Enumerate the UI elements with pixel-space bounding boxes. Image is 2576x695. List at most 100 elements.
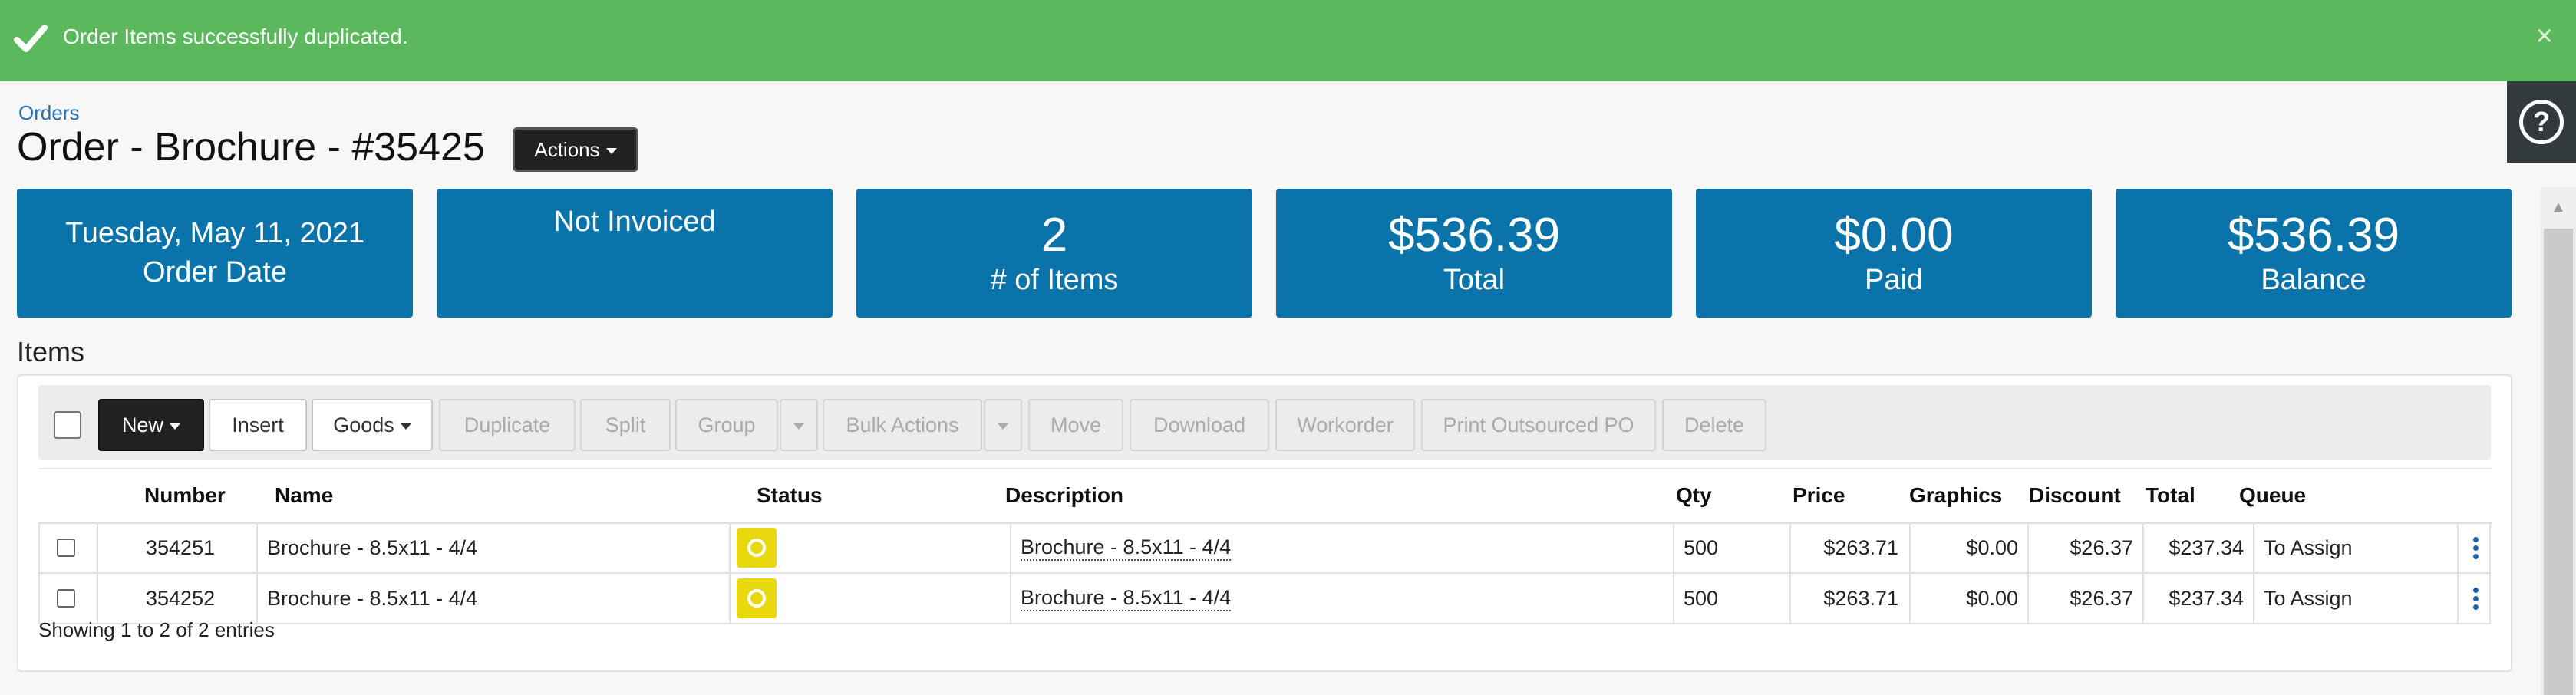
table-header: Number Name Status Description Qty Price… [38,468,2492,524]
item-number: 354251 [146,535,216,559]
status-cell [737,523,777,572]
alert-message: Order Items successfully duplicated. [63,25,408,48]
total-card: $536.39 Total [1276,189,1672,318]
items-panel: New Insert Goods Duplicate Split Group B… [17,374,2512,672]
item-graphics: $0.00 [1966,586,2018,610]
split-label: Split [605,413,646,436]
scroll-up-icon[interactable]: ▲ [2541,187,2576,227]
help-button[interactable]: ? [2507,81,2576,163]
print-outsourced-po-button[interactable]: Print Outsourced PO [1421,399,1656,451]
order-date-value: Tuesday, May 11, 2021 [64,217,365,249]
group-dropdown-toggle[interactable] [780,399,818,451]
row-menu-icon[interactable] [2472,587,2479,610]
chevron-down-icon [170,423,180,430]
item-description-link[interactable]: Brochure - 8.5x11 - 4/4 [1021,535,1232,561]
bulk-actions-button[interactable]: Bulk Actions [823,399,982,451]
workorder-label: Workorder [1297,413,1394,436]
balance-value: $536.39 [2227,208,2400,262]
item-name: Brochure - 8.5x11 - 4/4 [267,586,478,610]
new-button[interactable]: New [98,399,204,451]
paid-value: $0.00 [1834,208,1954,262]
item-discount: $26.37 [2070,586,2133,610]
column-header-name[interactable]: Name [275,483,333,508]
column-header-qty[interactable]: Qty [1676,483,1712,508]
item-price: $263.71 [1823,535,1898,559]
insert-button[interactable]: Insert [209,399,307,451]
item-queue: To Assign [2264,586,2353,610]
table-row[interactable]: 354252 Brochure - 8.5x11 - 4/4 Brochure … [38,572,2491,624]
items-count-label: # of Items [990,263,1119,296]
print-po-label: Print Outsourced PO [1443,413,1634,436]
chevron-down-icon [793,423,804,430]
status-cell [737,574,777,623]
balance-label: Balance [2261,263,2367,296]
insert-label: Insert [232,413,284,436]
move-label: Move [1050,413,1102,436]
item-total: $237.34 [2169,535,2244,559]
column-header-description[interactable]: Description [1005,483,1123,508]
balance-card: $536.39 Balance [2116,189,2512,318]
items-count-card: 2 # of Items [856,189,1252,318]
item-total: $237.34 [2169,586,2244,610]
table-row[interactable]: 354251 Brochure - 8.5x11 - 4/4 Brochure … [38,522,2491,574]
group-label: Group [698,413,756,436]
chevron-down-icon [998,423,1008,430]
select-all-checkbox[interactable] [54,411,81,439]
row-menu-icon[interactable] [2472,536,2479,559]
table-info: Showing 1 to 2 of 2 entries [38,618,275,641]
item-price: $263.71 [1823,586,1898,610]
items-heading: Items [17,336,85,367]
item-name: Brochure - 8.5x11 - 4/4 [267,535,478,559]
actions-button[interactable]: Actions [513,127,638,172]
row-checkbox[interactable] [57,589,75,608]
item-qty: 500 [1684,586,1719,610]
order-date-label: Order Date [143,256,287,288]
chevron-down-icon [605,148,617,154]
item-graphics: $0.00 [1966,535,2018,559]
row-checkbox[interactable] [57,539,75,557]
page-title: Order - Brochure - #35425 [17,125,485,170]
invoice-status-value: Not Invoiced [553,206,716,238]
column-header-queue[interactable]: Queue [2239,483,2306,508]
goods-label: Goods [333,413,394,436]
bulk-actions-label: Bulk Actions [846,413,959,436]
success-alert: Order Items successfully duplicated. × [0,0,2576,81]
column-header-graphics[interactable]: Graphics [1909,483,2002,508]
item-number: 354252 [146,586,216,610]
column-header-discount[interactable]: Discount [2029,483,2121,508]
items-toolbar: New Insert Goods Duplicate Split Group B… [38,385,2491,460]
help-icon: ? [2519,100,2564,144]
paid-label: Paid [1864,263,1924,296]
scrollbar-thumb[interactable] [2544,229,2573,695]
move-button[interactable]: Move [1028,399,1123,451]
column-header-status[interactable]: Status [757,483,823,508]
duplicate-button[interactable]: Duplicate [439,399,576,451]
chevron-down-icon [400,423,411,430]
workorder-button[interactable]: Workorder [1275,399,1415,451]
order-date-card: Tuesday, May 11, 2021 Order Date [17,189,413,318]
delete-label: Delete [1684,413,1745,436]
status-badge[interactable] [737,528,777,568]
new-label: New [121,413,163,436]
group-button[interactable]: Group [675,399,778,451]
split-button[interactable]: Split [580,399,671,451]
bulk-actions-dropdown-toggle[interactable] [984,399,1022,451]
invoice-status-card: Not Invoiced [437,189,833,318]
duplicate-label: Duplicate [463,413,551,436]
download-label: Download [1153,413,1246,436]
total-value: $536.39 [1387,208,1561,262]
item-description-link[interactable]: Brochure - 8.5x11 - 4/4 [1021,586,1232,611]
column-header-number[interactable]: Number [144,483,226,508]
item-qty: 500 [1684,535,1719,559]
close-icon[interactable]: × [2536,20,2553,53]
download-button[interactable]: Download [1130,399,1269,451]
status-badge[interactable] [737,578,777,618]
items-count-value: 2 [1041,208,1068,262]
breadcrumb-orders[interactable]: Orders [18,101,79,125]
column-header-price[interactable]: Price [1793,483,1845,508]
item-discount: $26.37 [2070,535,2133,559]
check-icon [14,25,48,52]
goods-button[interactable]: Goods [312,399,433,451]
column-header-total[interactable]: Total [2146,483,2195,508]
delete-button[interactable]: Delete [1662,399,1766,451]
